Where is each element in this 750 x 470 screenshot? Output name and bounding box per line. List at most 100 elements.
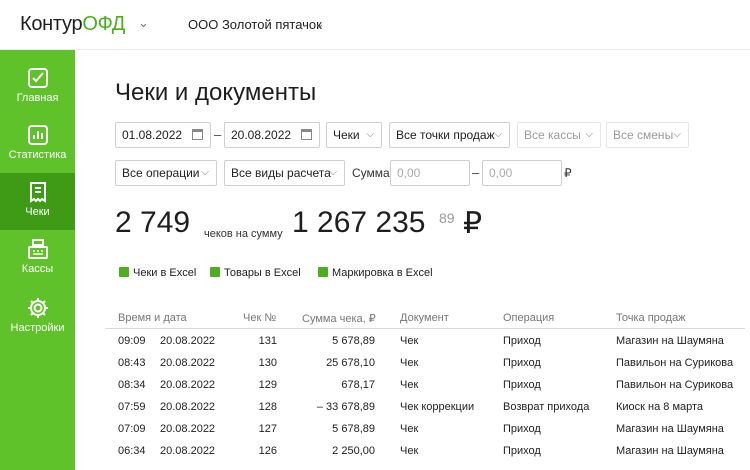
export-marking-label: Маркировка в Excel <box>332 267 433 279</box>
cell-operation: Приход <box>503 445 541 457</box>
cell-point: Магазин на Шаумяна <box>616 445 724 457</box>
cell-date: 20.08.2022 <box>160 423 216 435</box>
export-marking-link[interactable]: Маркировка в Excel <box>318 267 433 279</box>
date-from-value: 01.08.2022 <box>122 128 183 142</box>
cell-point: Магазин на Шаумяна <box>616 335 724 347</box>
col-header-document[interactable]: Документ <box>400 312 449 324</box>
cell-number: 127 <box>258 423 277 435</box>
sum-from-input[interactable]: 0,00 <box>390 160 470 186</box>
main-content: Чеки и документы 01.08.2022 – 20.08.2022… <box>75 50 750 470</box>
table-row[interactable]: 08:43 20.08.2022 130 25 678,10 Чек Приход Пави… <box>75 353 750 375</box>
chevron-down-icon: ⌵ <box>494 129 502 140</box>
chevron-down-icon: ⌵ <box>201 167 209 178</box>
table-row[interactable]: 07:59 20.08.2022 128 – 33 678,89 Чек коррекц… <box>75 397 750 419</box>
sidebar-item-registers[interactable]: Кассы <box>0 230 75 287</box>
table-row[interactable]: 09:09 20.08.2022 131 5 678,89 Чек Приход Магаз… <box>75 331 750 353</box>
cell-point: Магазин на Шаумяна <box>616 423 724 435</box>
sidebar: Главная Статистика Чеки Кассы Настройки <box>0 50 75 470</box>
excel-icon <box>210 267 220 277</box>
chevron-down-icon: ⌵ <box>329 167 337 178</box>
chevron-down-icon: ⌵ <box>366 129 374 140</box>
registers-value: Все кассы <box>524 128 581 142</box>
cell-sum: – 33 678,89 <box>316 401 375 413</box>
sidebar-item-home[interactable]: Главная <box>0 59 75 116</box>
cell-date: 20.08.2022 <box>160 445 216 457</box>
date-from-field[interactable]: 01.08.2022 <box>115 122 211 148</box>
cell-operation: Приход <box>503 357 541 369</box>
cell-document: Чек <box>400 335 419 347</box>
logo-text-ofd: ОФД <box>82 13 126 35</box>
cell-point: Киоск на 8 марта <box>616 401 704 413</box>
sidebar-item-label: Статистика <box>8 149 67 161</box>
sidebar-item-label: Главная <box>16 92 59 104</box>
excel-icon <box>318 267 328 277</box>
cell-date: 20.08.2022 <box>160 379 216 391</box>
date-to-field[interactable]: 20.08.2022 <box>224 122 320 148</box>
table-row[interactable]: 06:34 20.08.2022 126 2 250,00 Чек Приход Магаз… <box>75 441 750 463</box>
export-checks-link[interactable]: Чеки в Excel <box>119 267 196 279</box>
col-header-point[interactable]: Точка продаж <box>616 312 686 324</box>
sum-to-input[interactable]: 0,00 <box>482 160 562 186</box>
chevron-down-icon: ⌵ <box>585 129 593 140</box>
cell-sum: 25 678,10 <box>326 357 375 369</box>
table-row[interactable]: 08:34 20.08.2022 129 678,17 Чек Приход Павильо… <box>75 375 750 397</box>
sidebar-item-statistics[interactable]: Статистика <box>0 116 75 173</box>
points-select[interactable]: Все точки продаж ⌵ <box>389 122 510 148</box>
table-row[interactable]: 07:09 20.08.2022 127 5 678,89 Чек Приход Магаз… <box>75 419 750 441</box>
cell-operation: Приход <box>503 423 541 435</box>
calendar-icon[interactable] <box>192 129 203 140</box>
logo-text-kontur: Контур <box>20 13 83 35</box>
sum-from-placeholder: 0,00 <box>397 166 421 180</box>
shifts-select[interactable]: Все смены ⌵ <box>606 122 689 148</box>
total-currency: ₽ <box>463 207 483 240</box>
sum-to-placeholder: 0,00 <box>489 166 513 180</box>
page-title: Чеки и документы <box>115 79 317 106</box>
table-header-divider <box>105 328 745 329</box>
sidebar-item-settings[interactable]: Настройки <box>0 289 75 346</box>
registers-select[interactable]: Все кассы ⌵ <box>517 122 601 148</box>
checks-count: 2 749 <box>115 206 191 239</box>
export-goods-link[interactable]: Товары в Excel <box>210 267 301 279</box>
app-logo[interactable]: КонтурОФД <box>20 13 125 36</box>
export-goods-label: Товары в Excel <box>224 267 301 279</box>
cell-operation: Приход <box>503 379 541 391</box>
payment-types-select[interactable]: Все виды расчета ⌵ <box>224 160 345 186</box>
operations-value: Все операции <box>122 166 200 180</box>
cell-number: 131 <box>258 335 277 347</box>
cell-time: 06:34 <box>118 445 146 457</box>
col-header-sum[interactable]: Сумма чека, ₽ <box>302 312 376 325</box>
organization-selector[interactable]: ООО Золотой пятачок <box>188 17 322 32</box>
cell-operation: Приход <box>503 335 541 347</box>
chevron-down-icon[interactable]: ⌄ <box>314 16 325 32</box>
cell-time: 08:34 <box>118 379 146 391</box>
cell-date: 20.08.2022 <box>160 357 216 369</box>
cell-operation: Возврат прихода <box>503 401 590 413</box>
cell-sum: 678,17 <box>341 379 375 391</box>
sidebar-item-label: Чеки <box>25 206 50 218</box>
col-header-number[interactable]: Чек № <box>243 312 276 324</box>
operations-select[interactable]: Все операции ⌵ <box>115 160 217 186</box>
col-header-datetime[interactable]: Время и дата <box>118 312 187 324</box>
home-check-icon <box>27 68 48 88</box>
chevron-down-icon[interactable]: ⌄ <box>138 15 149 31</box>
doc-type-select[interactable]: Чеки ⌵ <box>326 122 382 148</box>
points-value: Все точки продаж <box>396 128 495 142</box>
sidebar-item-checks[interactable]: Чеки <box>0 173 75 230</box>
doc-type-value: Чеки <box>333 128 360 142</box>
cell-time: 08:43 <box>118 357 146 369</box>
sidebar-item-label: Настройки <box>10 322 65 334</box>
total-amount: 1 267 235 <box>292 206 426 239</box>
receipt-icon <box>29 182 46 203</box>
calendar-icon[interactable] <box>301 129 312 140</box>
cell-document: Чек <box>400 445 419 457</box>
col-header-operation[interactable]: Операция <box>503 312 554 324</box>
total-kopecks: 89 <box>439 210 455 226</box>
gear-icon <box>27 298 48 318</box>
excel-icon <box>119 267 129 277</box>
currency-sign: ₽ <box>564 166 572 180</box>
cell-number: 129 <box>258 379 277 391</box>
chevron-down-icon: ⌵ <box>673 129 681 140</box>
checks-count-caption: чеков на сумму <box>204 228 283 240</box>
cash-register-icon <box>27 239 48 259</box>
cell-point: Павильон на Сурикова <box>616 357 734 369</box>
